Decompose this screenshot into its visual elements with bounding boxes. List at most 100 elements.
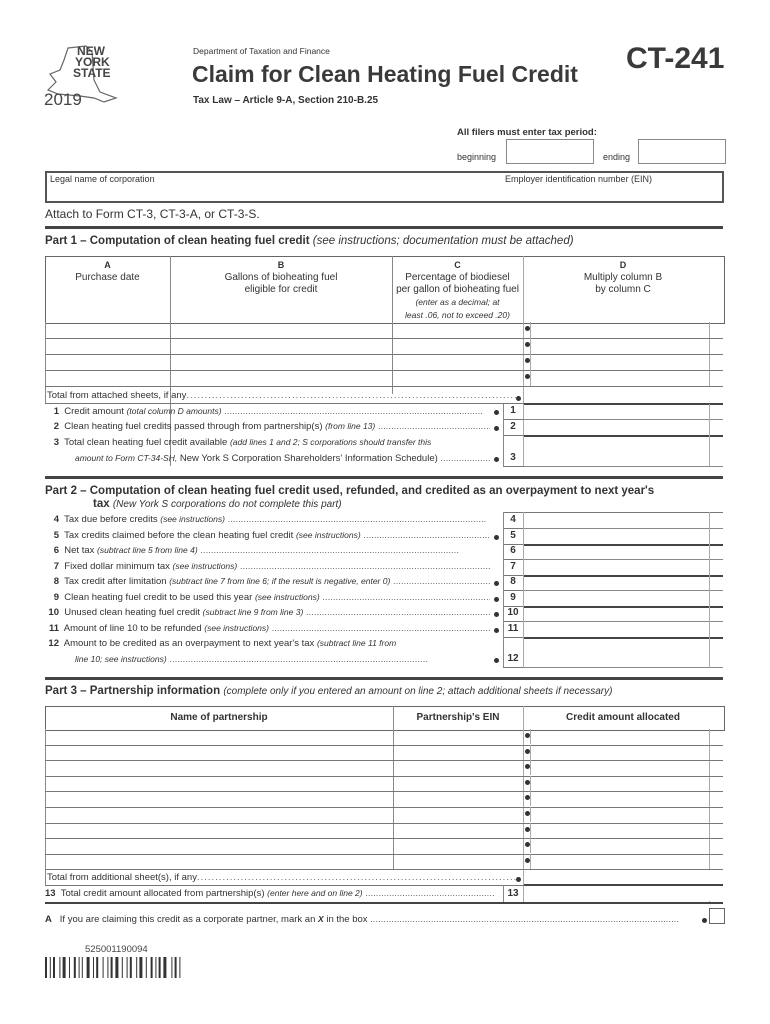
line-8-label: 8 Tax credit after limitation (subtract … [45, 576, 490, 587]
part1-total-field[interactable] [524, 387, 723, 403]
line-13-field[interactable] [524, 886, 723, 901]
barcode-bar [171, 957, 173, 978]
partnership-row-9-name[interactable] [46, 855, 392, 868]
barcode-bar [174, 957, 177, 978]
part3-total-label: Total from additional sheet(s), if any..… [47, 872, 521, 883]
line-6-field[interactable] [524, 544, 709, 558]
part3-total-field[interactable] [524, 870, 723, 885]
total-label-text: Total from additional sheet(s), if any [47, 872, 197, 883]
line-3-field[interactable] [524, 436, 709, 465]
part1-row-1-col-a[interactable] [46, 323, 170, 337]
line-12-field[interactable] [524, 637, 709, 666]
line-10-field[interactable] [524, 606, 709, 620]
part1-row-1-col-c[interactable] [393, 323, 523, 337]
part1-row-4-col-a[interactable] [46, 371, 170, 385]
row-line [503, 621, 524, 622]
partnership-row-4-ein[interactable] [394, 777, 522, 790]
partnership-row-9-amount[interactable] [530, 855, 709, 868]
line-3-box-number: 3 [510, 452, 516, 463]
line-1-label: 1 Credit amount (total column D amounts)… [45, 406, 490, 417]
part1-row-3-col-b[interactable] [171, 355, 392, 369]
line-3-label-cont: amount to Form CT-34-SH, New York S Corp… [75, 453, 490, 464]
partnership-row-1-ein[interactable] [394, 730, 522, 743]
part1-row-4-col-d[interactable] [530, 371, 709, 385]
line-5-box-number: 5 [510, 530, 516, 541]
row-line [503, 637, 524, 638]
part1-row-2-col-d[interactable] [530, 339, 709, 353]
partnership-row-8-name[interactable] [46, 839, 392, 852]
line-5-field[interactable] [524, 529, 709, 543]
partnership-row-3-name[interactable] [46, 761, 392, 774]
part1-row-3-col-c[interactable] [393, 355, 523, 369]
part1-row-3-col-a[interactable] [46, 355, 170, 369]
partnership-row-7-amount[interactable] [530, 824, 709, 837]
tax-period-ending-field[interactable] [638, 139, 726, 164]
part1-row-2-col-b[interactable] [171, 339, 392, 353]
dot-divider [530, 775, 531, 791]
line-text: Tax credits claimed before the clean hea… [64, 530, 294, 541]
partnership-row-8-amount[interactable] [530, 839, 709, 852]
line-7-field[interactable] [524, 560, 709, 574]
partnership-row-8-ein[interactable] [394, 839, 522, 852]
line-11-field[interactable] [524, 622, 709, 636]
part1-row-3-col-d[interactable] [530, 355, 709, 369]
partnership-row-5-name[interactable] [46, 792, 392, 805]
partnership-row-2-ein[interactable] [394, 746, 522, 759]
barcode-bar [62, 957, 66, 978]
partnership-row-1-amount[interactable] [530, 730, 709, 743]
line-9-field[interactable] [524, 591, 709, 605]
partnership-row-4-name[interactable] [46, 777, 392, 790]
partnership-row-4-amount[interactable] [530, 777, 709, 790]
row-line [503, 590, 524, 591]
line-8-field[interactable] [524, 575, 709, 589]
barcode-bar [115, 957, 119, 978]
partnership-row-6-ein[interactable] [394, 808, 522, 821]
partnership-row-2-name[interactable] [46, 746, 392, 759]
line-4-field[interactable] [524, 513, 709, 527]
barcode-bar [86, 957, 90, 978]
partnership-row-6-name[interactable] [46, 808, 392, 821]
ein-field[interactable]: Employer identification number (EIN) [502, 171, 724, 203]
corporate-partner-checkbox[interactable] [709, 908, 725, 924]
barcode-bar [150, 957, 153, 978]
credit-amount-header: Credit amount allocated [566, 712, 680, 723]
part1-row-2-col-a[interactable] [46, 339, 170, 353]
partnership-row-6-amount[interactable] [530, 808, 709, 821]
dot-divider [530, 744, 531, 760]
part1-row-1-col-b[interactable] [171, 323, 392, 337]
dot-divider [530, 370, 531, 386]
line-1-field[interactable] [524, 405, 709, 418]
partnership-row-5-ein[interactable] [394, 792, 522, 805]
line-text: Tax due before credits [64, 514, 158, 525]
partnership-row-5-amount[interactable] [530, 792, 709, 805]
part1-row-2-col-c[interactable] [393, 339, 523, 353]
partnership-row-1-name[interactable] [46, 730, 392, 743]
column-letter: B [277, 260, 285, 270]
column-c-header: C Percentage of biodiesel per gallon of bi… [392, 259, 523, 322]
part1-row-1-col-d[interactable] [530, 323, 709, 337]
logo-state-name: NEW YORK STATE [64, 45, 111, 79]
partnership-row-3-amount[interactable] [530, 761, 709, 774]
dot-divider [530, 807, 531, 822]
line-10-label: 10 Unused clean heating fuel credit (sub… [45, 607, 490, 618]
part3-title: Part 3 – Partnership information (comple… [45, 685, 612, 697]
part1-row-4-col-c[interactable] [393, 371, 523, 385]
spacer [490, 512, 502, 528]
partnership-row-2-amount[interactable] [530, 746, 709, 759]
line-6-box-number: 6 [510, 545, 516, 556]
line-3-label: 3 Total clean heating fuel credit availa… [45, 437, 490, 448]
partnership-row-3-ein[interactable] [394, 761, 522, 774]
form-number: CT-241 [626, 42, 725, 75]
legal-name-field[interactable]: Legal name of corporation [45, 171, 504, 203]
line-number: 9 [53, 592, 59, 603]
barcode-bar [96, 957, 99, 978]
required-dot-icon [516, 396, 521, 401]
part1-row-4-col-b[interactable] [171, 371, 392, 385]
line-2-field[interactable] [524, 420, 709, 434]
partnership-row-7-name[interactable] [46, 824, 392, 837]
partnership-row-7-ein[interactable] [394, 824, 522, 837]
partnership-row-9-ein[interactable] [394, 855, 522, 868]
dot-divider [530, 760, 531, 776]
column-a-header: A Purchase date [45, 259, 170, 284]
tax-period-beginning-field[interactable] [506, 139, 594, 164]
